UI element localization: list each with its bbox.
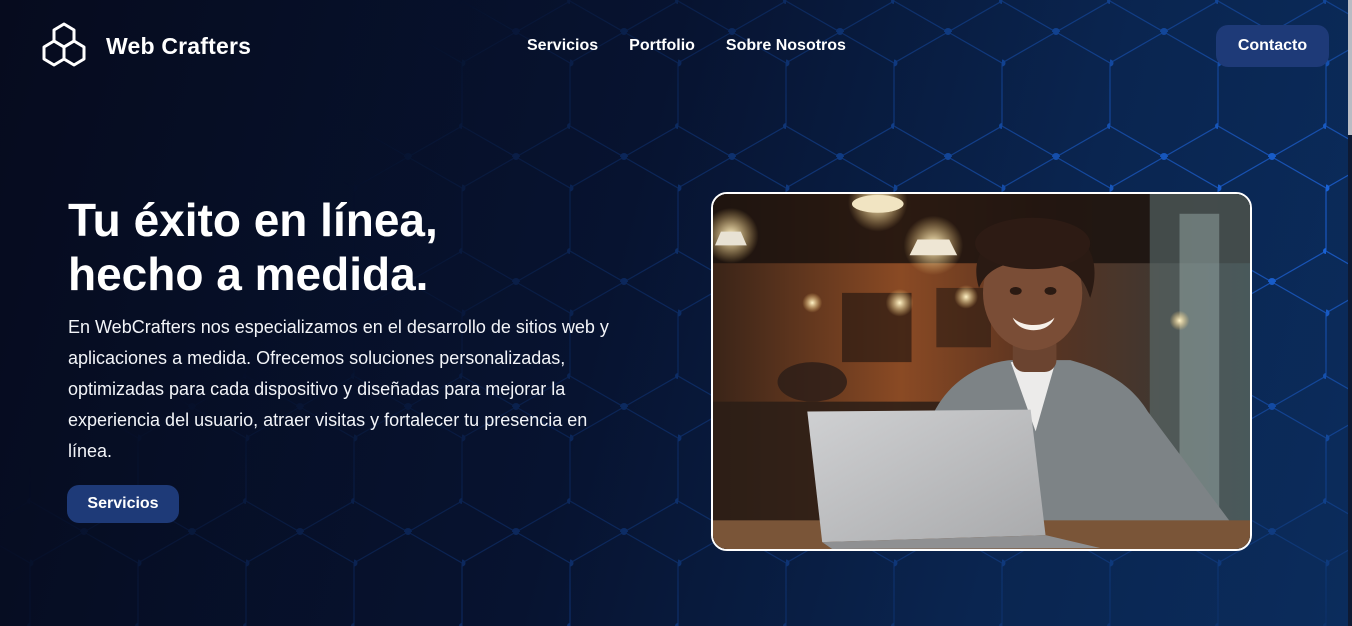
- hero-description: En WebCrafters nos especializamos en el …: [68, 317, 609, 461]
- navbar: Web Crafters Servicios Portfolio Sobre N…: [0, 0, 1352, 92]
- scrollbar-track[interactable]: [1348, 0, 1352, 626]
- brand-name: Web Crafters: [106, 32, 252, 59]
- services-button[interactable]: Servicios: [67, 485, 179, 523]
- hero-image: [711, 192, 1252, 551]
- main-nav: Servicios Portfolio Sobre Nosotros: [527, 37, 877, 55]
- nav-link-servicios[interactable]: Servicios: [527, 37, 598, 55]
- hero-title-line-2: hecho a medida.: [68, 248, 429, 300]
- nav-link-portfolio[interactable]: Portfolio: [629, 37, 695, 55]
- scrollbar-thumb[interactable]: [1348, 0, 1352, 135]
- contact-button[interactable]: Contacto: [1216, 25, 1329, 67]
- cube-logo-icon: [42, 22, 86, 67]
- nav-link-sobre-nosotros[interactable]: Sobre Nosotros: [726, 37, 846, 55]
- logo[interactable]: Web Crafters: [38, 20, 251, 72]
- hero-title-line-1: Tu éxito en línea,: [68, 194, 438, 246]
- hero-title: Tu éxito en línea, hecho a medida.: [68, 193, 438, 301]
- cafe-photo-illustration: [713, 194, 1250, 549]
